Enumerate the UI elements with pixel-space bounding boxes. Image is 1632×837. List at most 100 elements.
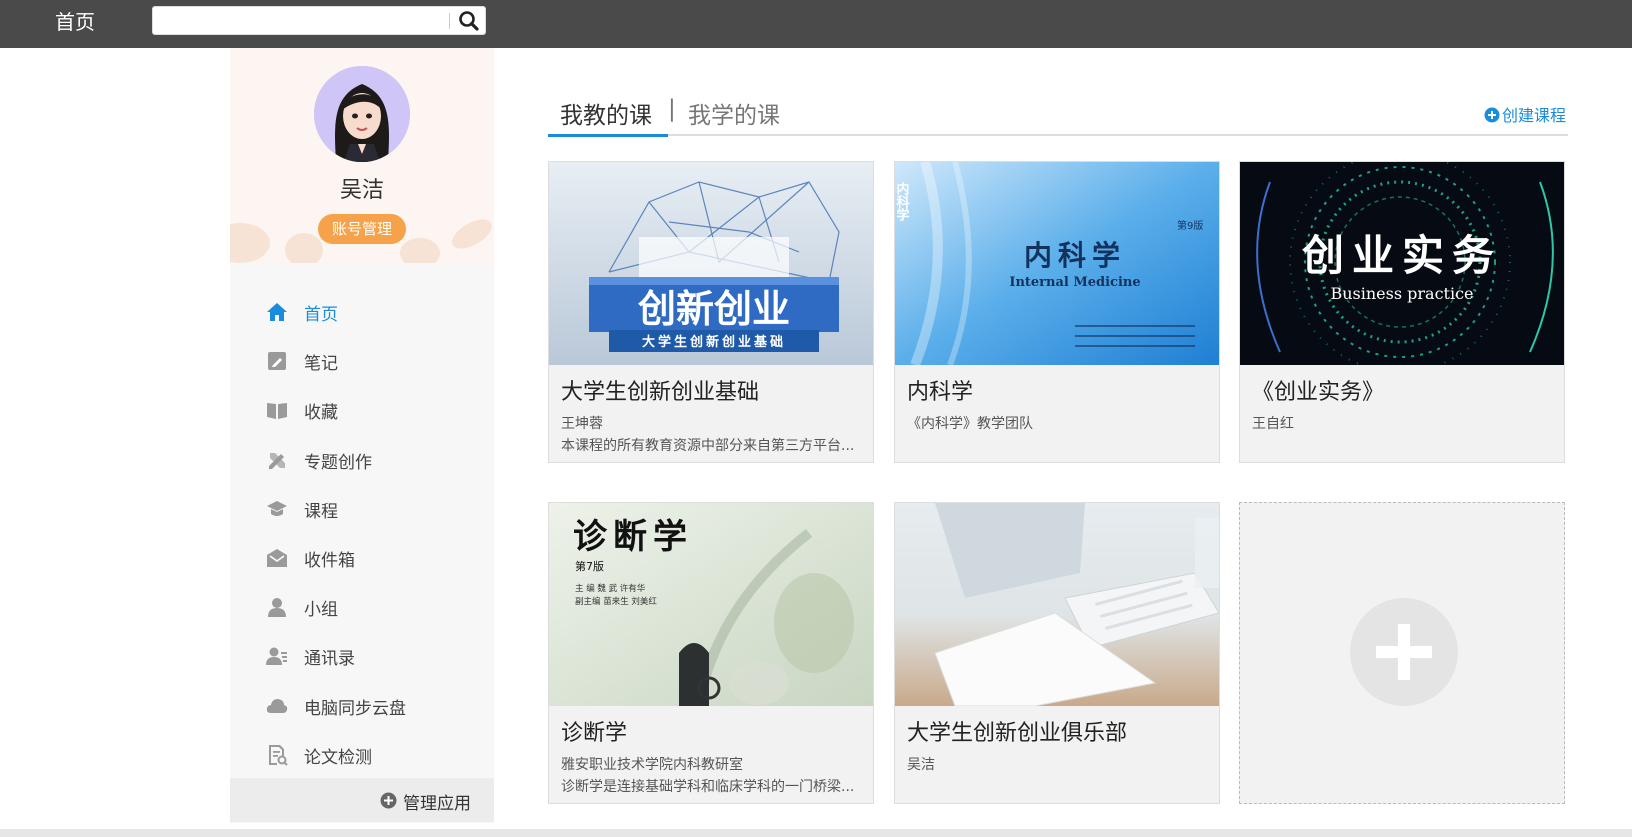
cover-title-text: 诊断学 [573,517,693,557]
sidebar-item-label: 收件箱 [304,550,355,571]
cover-badge-text: 第9版 [1177,219,1203,232]
avatar[interactable] [314,66,410,162]
cover-edition-text: 第7版 [575,559,604,573]
sidebar-item-cloud-disk[interactable]: 电脑同步云盘 [230,681,494,730]
sidebar-item-label: 论文检测 [304,747,372,768]
course-teacher: 雅安职业技术学院内科教研室 [561,757,743,773]
course-cover: 创业实务 Business practice [1240,162,1564,365]
search-divider [449,13,450,29]
sidebar-item-label: 笔记 [304,354,338,375]
cover-title-text: 内科学 [1024,239,1126,272]
course-cover [895,503,1219,706]
course-cover-image: 创新创业 大学生创新创业基础 [549,162,873,365]
tab-teaching[interactable]: 我教的课 [560,96,652,130]
course-tabs: 我教的课 | 我学的课 创建课程 [548,88,1568,137]
cover-subtitle-text: 大学生创新创业基础 [642,334,786,350]
sidebar-item-label: 小组 [304,600,338,621]
course-teacher: 王自红 [1252,416,1294,432]
account-management-button[interactable]: 账号管理 [318,214,406,244]
search-box [152,6,486,35]
create-course-button[interactable]: 创建课程 [1484,102,1566,126]
contacts-icon [266,647,287,666]
avatar-illustration [314,66,410,162]
sidebar-item-notes[interactable]: 笔记 [230,336,494,385]
sidebar-item-label: 通讯录 [304,649,355,670]
active-tab-underline [548,134,668,137]
home-icon [267,303,287,321]
course-card[interactable]: 大学生创新创业俱乐部 吴洁 [894,502,1220,804]
document-check-icon [269,744,288,766]
profile-decoration [285,233,323,263]
course-title: 诊断学 [561,721,628,746]
course-title: 大学生创新创业俱乐部 [907,721,1128,746]
sidebar-item-label: 收藏 [304,403,338,424]
cover-side-text: 内科学 [895,181,909,222]
manage-apps-label: 管理应用 [403,794,471,814]
course-cover: 诊断学 第7版 主 编 魏 武 许有华 副主编 苗来生 刘美红 [549,503,873,706]
user-name: 吴洁 [339,178,384,203]
course-card[interactable]: 诊断学 第7版 主 编 魏 武 许有华 副主编 苗来生 刘美红 诊断学 雅安职业… [548,502,874,804]
course-description: 本课程的所有教育资源中部分来自第三方平台... [561,438,855,454]
add-course-card[interactable] [1239,502,1565,804]
sidebar-item-inbox[interactable]: 收件箱 [230,533,494,582]
top-bar: 首页 [0,0,1632,48]
sidebar-item-favorites[interactable]: 收藏 [230,385,494,434]
search-icon [459,11,479,31]
sidebar-item-label: 电脑同步云盘 [304,698,406,719]
course-card[interactable]: 创新创业 大学生创新创业基础 大学生创新创业基础 王坤蓉 本课程的所有教育资源中… [548,161,874,463]
profile-decoration [447,213,494,255]
home-link[interactable]: 首页 [55,6,95,35]
course-card[interactable]: 创业实务 Business practice 《创业实务》 王自红 [1239,161,1565,463]
sidebar-item-label: 课程 [304,501,338,522]
cover-title-text: 创业实务 [1302,231,1502,280]
bottom-scrollbar[interactable] [0,829,1632,837]
sidebar-item-contacts[interactable]: 通讯录 [230,631,494,680]
book-icon [267,403,287,420]
course-cover-image [895,503,1219,706]
tools-icon [269,452,285,469]
plus-circle-icon [1484,107,1500,123]
user-icon [268,598,286,618]
course-cover-image: 诊断学 第7版 主 编 魏 武 许有华 副主编 苗来生 刘美红 [549,503,873,706]
course-title: 大学生创新创业基础 [561,380,760,405]
course-teacher: 《内科学》教学团队 [907,416,1033,432]
note-icon [268,352,286,371]
sidebar-item-groups[interactable]: 小组 [230,582,494,631]
sidebar-nav: 首页 笔记 收藏 专题创作 课程 收件箱 小组 通讯录 电脑同步云盘 论文检测 [230,287,494,779]
cloud-icon [266,698,288,713]
profile-decoration [400,238,440,263]
course-card[interactable]: 内科学 内科学 Internal Medicine 第9版 内科学 《内科学》教… [894,161,1220,463]
cover-subtitle-text: Business practice [1330,284,1473,303]
sidebar-item-label: 首页 [304,305,338,325]
course-teacher: 王坤蓉 [561,416,603,432]
sidebar-item-home[interactable]: 首页 [230,287,494,336]
tab-separator: | [668,96,676,122]
cover-editors-text: 副主编 苗来生 刘美红 [575,596,657,607]
profile-decoration [230,223,270,263]
course-description: 诊断学是连接基础学科和临床学科的一门桥梁... [561,779,855,795]
tab-learning[interactable]: 我学的课 [688,96,780,130]
course-title: 《创业实务》 [1252,380,1385,405]
course-cover: 创新创业 大学生创新创业基础 [549,162,873,365]
sidebar-item-paper-check[interactable]: 论文检测 [230,730,494,779]
profile-card: 吴洁 账号管理 [230,48,494,263]
add-course-circle [1350,598,1458,706]
course-cover: 内科学 内科学 Internal Medicine 第9版 [895,162,1219,365]
course-cover-image: 创业实务 Business practice [1240,162,1564,365]
course-teacher: 吴洁 [907,757,935,773]
sidebar-item-label: 专题创作 [304,452,372,473]
sidebar: 吴洁 账号管理 首页 笔记 收藏 专题创作 课程 收件箱 小组 通讯录 电脑同步… [230,48,494,823]
sidebar-item-courses[interactable]: 课程 [230,484,494,533]
plus-circle-icon [380,792,397,809]
search-input[interactable] [159,10,449,31]
search-button[interactable] [456,9,482,33]
mail-icon [267,548,287,567]
graduation-cap-icon [267,500,287,516]
create-course-label: 创建课程 [1501,106,1566,125]
manage-apps-button[interactable]: 管理应用 [230,778,494,822]
sidebar-item-topic-creation[interactable]: 专题创作 [230,435,494,484]
course-cover-image: 内科学 内科学 Internal Medicine 第9版 [895,162,1219,365]
cover-editors-text: 主 编 魏 武 许有华 [575,583,646,594]
cover-title-text: 创新创业 [638,287,790,331]
plus-icon [1376,624,1432,680]
